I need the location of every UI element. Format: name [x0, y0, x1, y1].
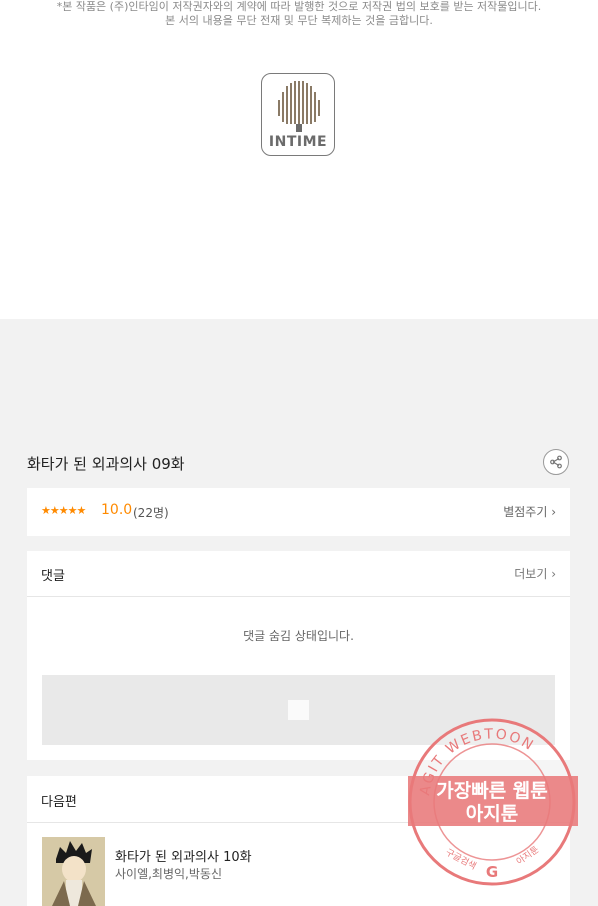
publisher-logo: INTIME [261, 73, 335, 156]
comments-title: 댓글 [41, 569, 65, 584]
comments-hidden-message: 댓글 숨김 상태입니다. [243, 629, 354, 643]
watermark-stamp: AGIT WEBTOON 가장빠른 웹툰 아지툰 구글검색 아지툰 G [407, 717, 578, 887]
divider [27, 596, 570, 597]
google-g-icon: G [486, 863, 498, 881]
rating-count: (22명) [133, 506, 169, 520]
viewer-end-area: *본 작품은 (주)인타임이 저작권자와의 계약에 따라 발행한 것으로 저작권… [0, 0, 598, 319]
rate-button[interactable]: 별점주기 › [503, 503, 556, 520]
next-episode-section-title: 다음편 [41, 795, 77, 810]
next-episode-authors: 사이엘,최병익,박동신 [115, 867, 222, 881]
share-icon [550, 455, 562, 469]
star-rating-icon: ★★★★★ [41, 504, 86, 517]
share-button[interactable] [543, 449, 569, 475]
character-thumbnail-icon [42, 837, 105, 906]
rating-card: ★★★★★ 10.0 (22명) 별점주기 › [27, 488, 570, 536]
next-episode-thumbnail[interactable] [42, 837, 105, 906]
rating-score: 10.0 [101, 502, 133, 518]
copyright-line-1: *본 작품은 (주)인타임이 저작권자와의 계약에 따라 발행한 것으로 저작권… [56, 0, 542, 13]
image-placeholder-icon [288, 700, 309, 720]
comments-more-link[interactable]: 더보기 › [514, 565, 556, 582]
watermark-main-line-2: 아지툰 [466, 803, 518, 825]
watermark-main-line-1: 가장빠른 웹툰 [436, 780, 548, 802]
logo-text: INTIME [268, 134, 328, 150]
copyright-notice: *본 작품은 (주)인타임이 저작권자와의 계약에 따라 발행한 것으로 저작권… [0, 0, 598, 28]
copyright-line-2: 본 서의 내용을 무단 전재 및 무단 복제하는 것을 금합니다. [165, 14, 433, 27]
next-episode-title[interactable]: 화타가 된 외과의사 10화 [115, 846, 252, 865]
episode-title: 화타가 된 외과의사 09화 [27, 455, 185, 473]
watermark-stamp-icon: AGIT WEBTOON 가장빠른 웹툰 아지툰 구글검색 아지툰 G [408, 718, 578, 886]
